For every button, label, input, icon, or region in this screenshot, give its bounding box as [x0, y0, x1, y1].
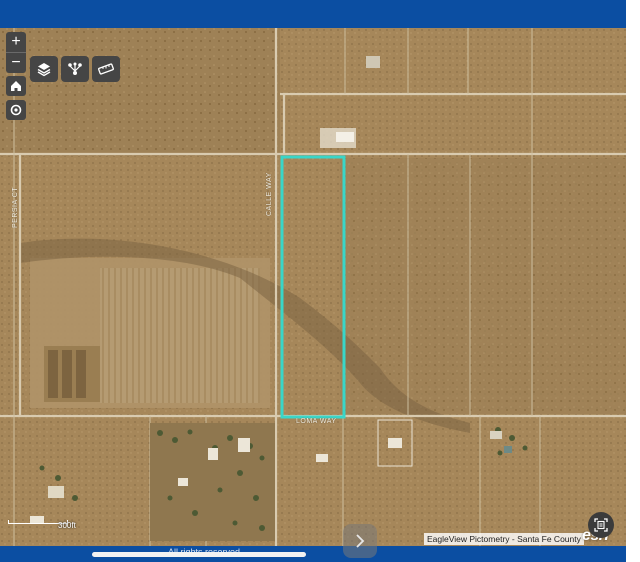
top-bar-edge: [626, 0, 640, 28]
app-top-bar: [0, 0, 640, 28]
map-attribution: EagleView Pictometry - Santa Fe County: [424, 533, 584, 545]
scale-label: 300ft: [58, 521, 76, 530]
locate-button[interactable]: [6, 100, 26, 120]
basemap-button[interactable]: [30, 56, 58, 82]
right-edge: [626, 28, 640, 562]
road-label-south: LOMA WAY: [296, 418, 337, 425]
locate-icon: [10, 104, 22, 116]
home-icon: [11, 81, 21, 91]
zoom-in-button[interactable]: +: [6, 32, 26, 52]
layers-icon: [37, 63, 51, 77]
scan-document-icon: [594, 518, 608, 532]
next-button[interactable]: [343, 524, 377, 558]
aerial-map[interactable]: PERSIA CT CALLE WAY LOMA WAY: [0, 28, 626, 546]
home-indicator[interactable]: [92, 552, 306, 557]
measure-icon: [98, 63, 114, 75]
home-button[interactable]: [6, 76, 26, 96]
scan-button[interactable]: [588, 512, 614, 538]
measure-button[interactable]: [92, 56, 120, 82]
aerial-imagery: [0, 28, 626, 546]
share-button[interactable]: [61, 56, 89, 82]
road-label-west: PERSIA CT: [12, 186, 19, 228]
chevron-right-icon: [356, 534, 365, 548]
zoom-out-button[interactable]: −: [6, 53, 26, 73]
road-label-middle: CALLE WAY: [266, 172, 273, 216]
zoom-control: + −: [6, 32, 26, 73]
share-icon: [68, 62, 82, 75]
